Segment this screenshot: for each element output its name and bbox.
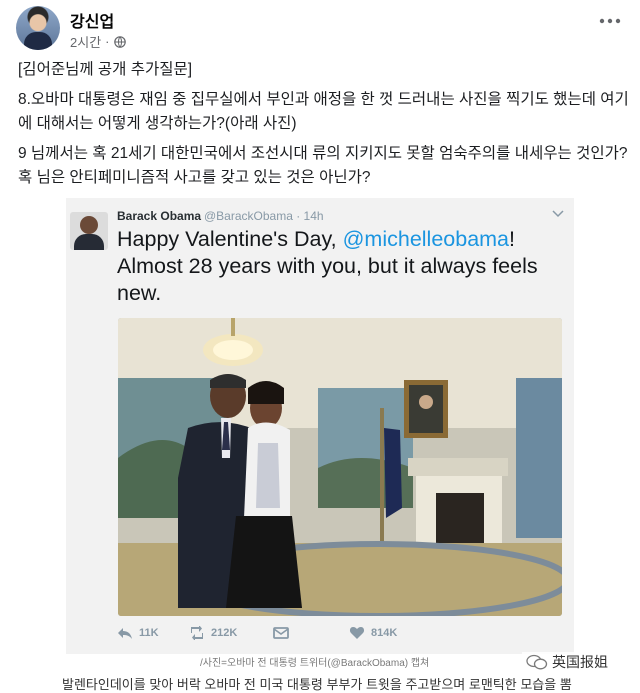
watermark-text: 英国报姐 bbox=[552, 654, 608, 670]
tweet-avatar bbox=[70, 212, 108, 250]
watermark: 英国报姐 bbox=[522, 652, 612, 672]
wechat-icon bbox=[526, 654, 548, 670]
like-button[interactable]: 814K bbox=[349, 626, 397, 640]
article-text: 발렌타인데이를 맞아 버락 오바마 전 미국 대통령 부부가 트윗을 주고받으며… bbox=[62, 677, 572, 692]
more-options-icon[interactable] bbox=[598, 16, 622, 26]
author-avatar[interactable] bbox=[16, 6, 60, 50]
retweet-icon bbox=[191, 626, 203, 640]
like-count: 814K bbox=[371, 627, 398, 639]
post-paragraph: 8.오바마 대통령은 재임 중 집무실에서 부인과 애정을 한 껏 드러내는 사… bbox=[18, 91, 629, 132]
meta-separator: · bbox=[105, 34, 110, 49]
reply-icon bbox=[118, 628, 132, 639]
image-caption: /사진=오바마 전 대통령 트위터(@BarackObama) 캡쳐 bbox=[200, 658, 430, 669]
post-paragraph: 9 님께서는 혹 21세기 대한민국에서 조선시대 류의 지키지도 못할 엄숙주… bbox=[18, 145, 628, 186]
dm-button[interactable] bbox=[273, 626, 289, 640]
heart-icon bbox=[349, 627, 365, 639]
tweet-actions: 11K 212K 814K bbox=[117, 626, 567, 646]
post-body: [김어준님께 공개 추가질문] 8.오바마 대통령은 재임 중 집무실에서 부인… bbox=[18, 58, 630, 196]
tweet-photo bbox=[118, 318, 562, 616]
reply-button[interactable]: 11K bbox=[117, 626, 159, 640]
globe-icon bbox=[113, 35, 126, 48]
chevron-down-icon bbox=[552, 210, 564, 218]
tweet-handle: @BarackObama · 14h bbox=[204, 209, 324, 223]
tweet-mention: @michelleobama bbox=[342, 227, 510, 251]
post-meta: 2시간 · bbox=[70, 32, 126, 51]
post-time[interactable]: 2시간 bbox=[70, 32, 101, 51]
reply-count: 11K bbox=[139, 627, 159, 639]
direct-message-icon bbox=[273, 627, 289, 639]
tweet-author-name: Barack Obama bbox=[117, 209, 202, 223]
tweet-text-start: Happy Valentine's Day, bbox=[117, 227, 343, 251]
author-name[interactable]: 강신업 bbox=[70, 8, 114, 32]
post-header: 강신업 2시간 · bbox=[14, 6, 626, 52]
retweet-count: 212K bbox=[211, 627, 238, 639]
tweet-text: Happy Valentine's Day, @michelleobama! A… bbox=[117, 226, 567, 307]
retweet-button[interactable]: 212K bbox=[189, 626, 237, 640]
post-paragraph: [김어준님께 공개 추가질문] bbox=[18, 61, 193, 78]
tweet-screenshot[interactable]: Barack Obama @BarackObama · 14h Happy Va… bbox=[66, 198, 574, 654]
